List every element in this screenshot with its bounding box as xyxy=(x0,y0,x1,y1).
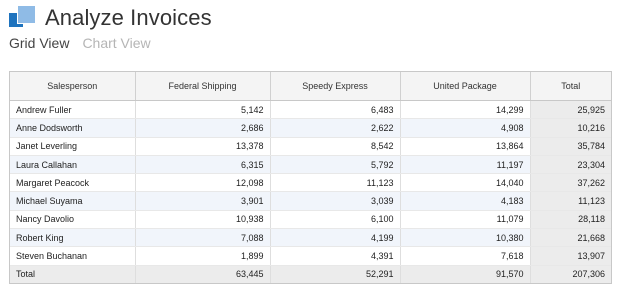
cell-total[interactable]: 11,123 xyxy=(530,191,611,211)
total-united-package: 91,570 xyxy=(400,265,531,283)
cell-speedy-express[interactable]: 4,199 xyxy=(270,228,401,248)
cell-salesperson[interactable]: Janet Leverling xyxy=(10,137,136,156)
table-row[interactable]: Janet Leverling 13,378 8,542 13,864 35,7… xyxy=(10,137,611,156)
column-header-federal-shipping[interactable]: Federal Shipping xyxy=(135,72,271,101)
table-row[interactable]: Robert King 7,088 4,199 10,380 21,668 xyxy=(10,228,611,248)
tab-chart-view[interactable]: Chart View xyxy=(82,35,150,51)
cell-total[interactable]: 35,784 xyxy=(530,137,611,156)
cell-speedy-express[interactable]: 8,542 xyxy=(270,137,401,156)
cell-total[interactable]: 13,907 xyxy=(530,246,611,266)
cell-federal-shipping[interactable]: 7,088 xyxy=(135,228,271,248)
column-header-united-package[interactable]: United Package xyxy=(400,72,531,101)
table-row[interactable]: Andrew Fuller 5,142 6,483 14,299 25,925 xyxy=(10,100,611,120)
invoice-grid: Salesperson Federal Shipping Speedy Expr… xyxy=(9,71,612,284)
app-header: Analyze Invoices xyxy=(9,4,212,32)
grand-total: 207,306 xyxy=(530,265,611,283)
app-logo-icon xyxy=(9,5,37,31)
cell-salesperson[interactable]: Laura Callahan xyxy=(10,155,136,175)
cell-united-package[interactable]: 4,908 xyxy=(400,118,531,138)
cell-federal-shipping[interactable]: 3,901 xyxy=(135,191,271,211)
cell-united-package[interactable]: 4,183 xyxy=(400,191,531,211)
view-tabs: Grid View Chart View xyxy=(9,35,151,51)
table-row[interactable]: Margaret Peacock 12,098 11,123 14,040 37… xyxy=(10,173,611,193)
table-row[interactable]: Nancy Davolio 10,938 6,100 11,079 28,118 xyxy=(10,210,611,230)
cell-speedy-express[interactable]: 2,622 xyxy=(270,118,401,138)
cell-federal-shipping[interactable]: 2,686 xyxy=(135,118,271,138)
cell-salesperson[interactable]: Anne Dodsworth xyxy=(10,118,136,138)
cell-federal-shipping[interactable]: 6,315 xyxy=(135,155,271,175)
cell-federal-shipping[interactable]: 12,098 xyxy=(135,173,271,193)
column-header-speedy-express[interactable]: Speedy Express xyxy=(270,72,401,101)
cell-united-package[interactable]: 11,197 xyxy=(400,155,531,175)
table-row[interactable]: Michael Suyama 3,901 3,039 4,183 11,123 xyxy=(10,191,611,211)
cell-total[interactable]: 25,925 xyxy=(530,100,611,120)
cell-united-package[interactable]: 11,079 xyxy=(400,210,531,230)
cell-salesperson[interactable]: Nancy Davolio xyxy=(10,210,136,230)
cell-speedy-express[interactable]: 3,039 xyxy=(270,191,401,211)
total-speedy-express: 52,291 xyxy=(270,265,401,283)
page-title: Analyze Invoices xyxy=(45,5,212,30)
cell-united-package[interactable]: 7,618 xyxy=(400,246,531,266)
cell-united-package[interactable]: 13,864 xyxy=(400,137,531,156)
cell-united-package[interactable]: 14,040 xyxy=(400,173,531,193)
cell-speedy-express[interactable]: 6,100 xyxy=(270,210,401,230)
cell-salesperson[interactable]: Michael Suyama xyxy=(10,191,136,211)
cell-total[interactable]: 23,304 xyxy=(530,155,611,175)
cell-speedy-express[interactable]: 6,483 xyxy=(270,100,401,120)
cell-salesperson[interactable]: Steven Buchanan xyxy=(10,246,136,266)
cell-total[interactable]: 37,262 xyxy=(530,173,611,193)
cell-total[interactable]: 21,668 xyxy=(530,228,611,248)
cell-total[interactable]: 10,216 xyxy=(530,118,611,138)
table-row[interactable]: Steven Buchanan 1,899 4,391 7,618 13,907 xyxy=(10,246,611,266)
cell-total[interactable]: 28,118 xyxy=(530,210,611,230)
total-row: Total 63,445 52,291 91,570 207,306 xyxy=(10,265,611,283)
grid-header-row: Salesperson Federal Shipping Speedy Expr… xyxy=(10,72,611,101)
column-header-total[interactable]: Total xyxy=(530,72,611,101)
cell-federal-shipping[interactable]: 10,938 xyxy=(135,210,271,230)
cell-salesperson[interactable]: Robert King xyxy=(10,228,136,248)
cell-federal-shipping[interactable]: 13,378 xyxy=(135,137,271,156)
table-row[interactable]: Anne Dodsworth 2,686 2,622 4,908 10,216 xyxy=(10,118,611,138)
cell-speedy-express[interactable]: 4,391 xyxy=(270,246,401,266)
cell-salesperson[interactable]: Andrew Fuller xyxy=(10,100,136,120)
cell-united-package[interactable]: 14,299 xyxy=(400,100,531,120)
total-row-label: Total xyxy=(10,265,136,283)
cell-speedy-express[interactable]: 11,123 xyxy=(270,173,401,193)
table-row[interactable]: Laura Callahan 6,315 5,792 11,197 23,304 xyxy=(10,155,611,175)
cell-united-package[interactable]: 10,380 xyxy=(400,228,531,248)
cell-salesperson[interactable]: Margaret Peacock xyxy=(10,173,136,193)
cell-federal-shipping[interactable]: 5,142 xyxy=(135,100,271,120)
cell-federal-shipping[interactable]: 1,899 xyxy=(135,246,271,266)
column-header-salesperson[interactable]: Salesperson xyxy=(10,72,136,101)
tab-grid-view[interactable]: Grid View xyxy=(9,35,69,51)
total-federal-shipping: 63,445 xyxy=(135,265,271,283)
cell-speedy-express[interactable]: 5,792 xyxy=(270,155,401,175)
